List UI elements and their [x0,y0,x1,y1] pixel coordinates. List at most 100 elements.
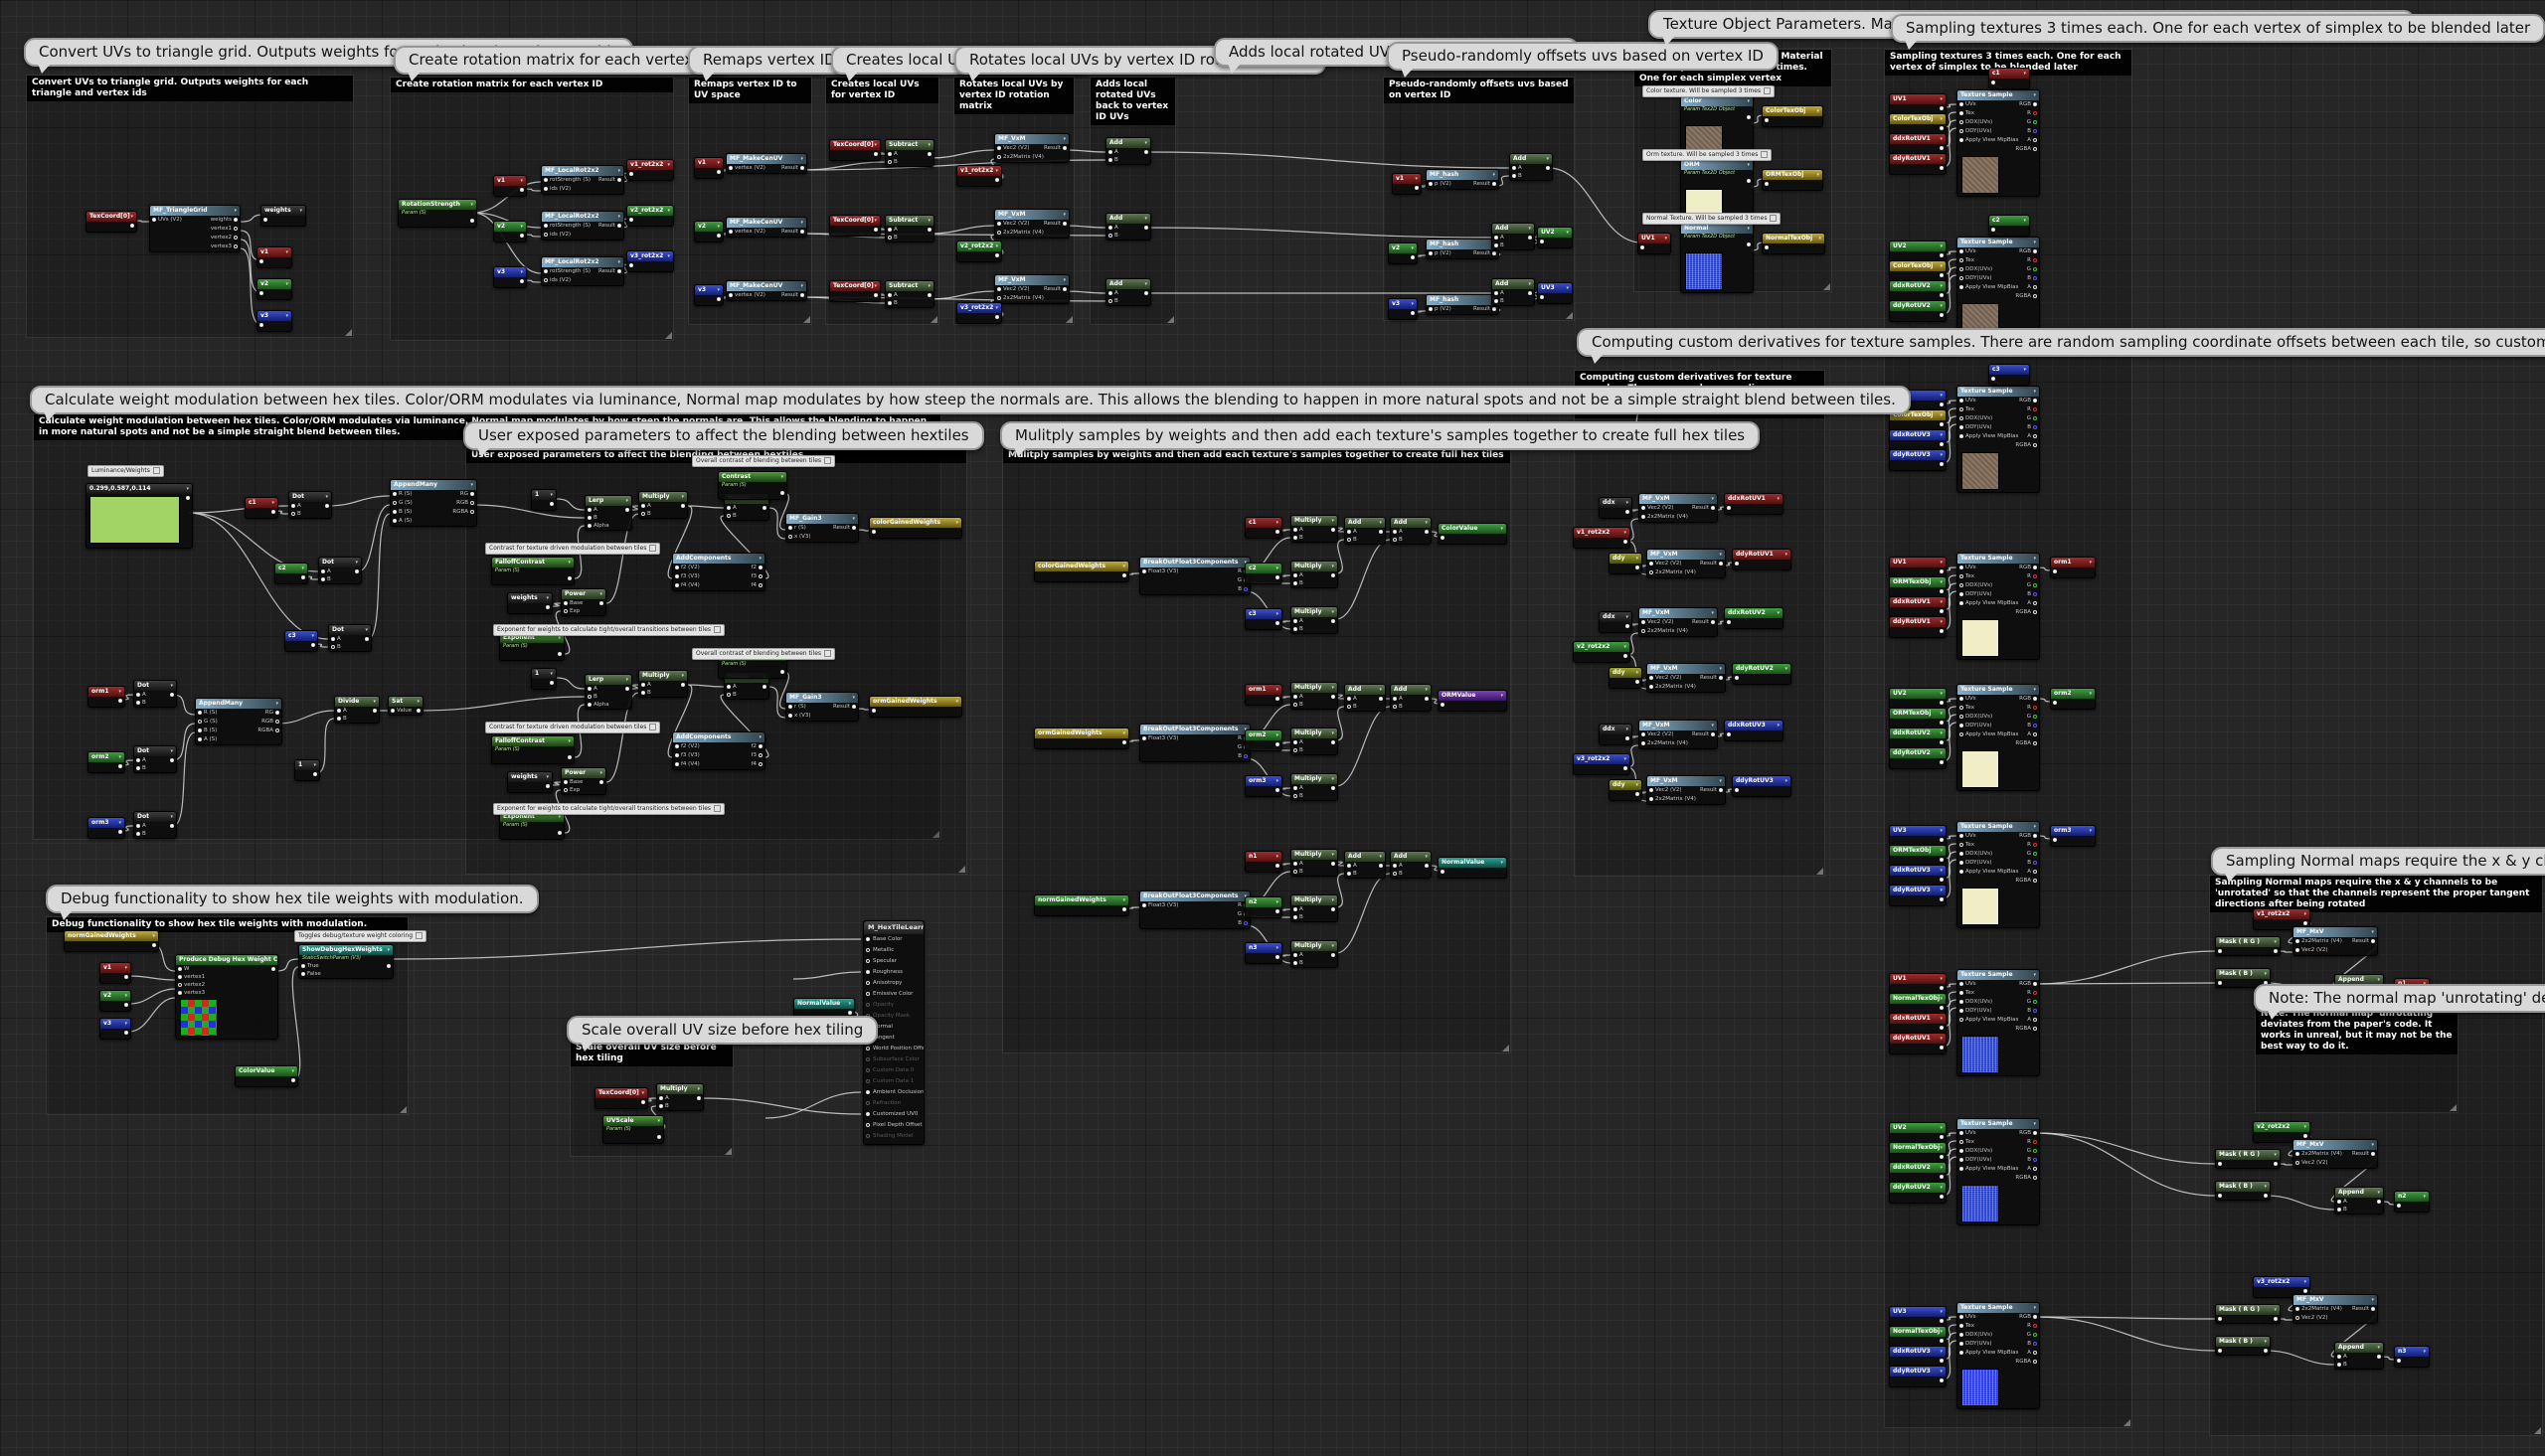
node-ddxrotuv2[interactable]: ddxRotUV2▾ [1889,1162,1947,1184]
node-normalvalue[interactable]: NormalValue▾ [1438,857,1507,879]
node-c1[interactable]: c1▾ [1988,68,2030,89]
node-texture-sample[interactable]: Texture Sample▾UVsRGBTexRDDX(UVs)GDDY(UV… [1956,684,2040,791]
node-uv1[interactable]: UV1▾ [1889,93,1947,115]
material-pin-shading-model[interactable]: Shading Model [864,1131,924,1142]
node-orm3[interactable]: orm3▾ [87,817,125,839]
node-falloffcontrast[interactable]: FalloffContrast▾Param (S) [491,735,575,764]
node-uv1[interactable]: UV1▾ [1889,973,1947,995]
node-mf-vxm[interactable]: MF_VxM▾Vec2 (V2)Result2x2Matrix (V4) [994,209,1070,239]
comment-bubble[interactable]: Computing custom derivatives for texture… [1577,328,2545,357]
node-v3-rot2x2[interactable]: v3_rot2x2▾ [1573,753,1630,775]
node-uv1[interactable]: UV1▾ [1637,233,1671,254]
node-mask-b[interactable]: Mask ( B )▾ [2215,1336,2271,1356]
node-1[interactable]: 1▾ [531,489,557,511]
node-contrast[interactable]: Contrast▾Param (S) [718,471,787,500]
node-ddyrotuv2[interactable]: ddyRotUV2▾ [1889,300,1947,322]
node-orm1[interactable]: orm1▾ [2050,557,2096,578]
node-orm2[interactable]: orm2▾ [1245,729,1282,751]
node-multiply[interactable]: Multiply▾AB [1290,728,1338,755]
node-dot[interactable]: Dot▾AB [328,624,372,652]
node-n3[interactable]: n3▾ [1245,942,1282,964]
node-mf-makecenuv[interactable]: MF_MakeCenUV▾vertex (V2)Result [726,153,807,174]
node-comment-tag[interactable]: Color texture. Will be sampled 3 times [1642,85,1775,97]
node-exponent[interactable]: Exponent▾Param (S) [499,811,565,840]
comment-bubble[interactable]: Calculate weight modulation between hex … [30,386,1911,414]
node-v2-rot2x2[interactable]: v2_rot2x2▾ [626,205,674,227]
node-v1-rot2x2[interactable]: v1_rot2x2▾ [626,159,674,181]
node-add[interactable]: Add▾AB [1491,223,1535,250]
node-add[interactable]: Add▾AB [1390,684,1432,712]
node-mf-vxm[interactable]: MF_VxM▾Vec2 (V2)Result2x2Matrix (V4) [994,274,1070,304]
node-normaltexobj[interactable]: NormalTexObj▾ [1889,1142,1947,1164]
node-uv3[interactable]: UV3▾ [1889,825,1947,847]
node-n2[interactable]: n2▾ [2394,1191,2430,1213]
node-comment-tag[interactable]: Luminance/Weights [87,465,164,477]
node-0-299-0-587-0-114[interactable]: 0.299,0.587,0.114▾ [85,483,193,549]
node-lerp[interactable]: Lerp▾ABAlpha [585,495,632,531]
node-c3[interactable]: c3▾ [1245,608,1282,630]
node-c3[interactable]: c3▾ [1988,364,2030,386]
node-rotationstrength[interactable]: RotationStrength▾Param (S) [398,199,477,228]
node-comment-tag[interactable]: Toggles debug/texture weight coloring [294,930,426,942]
comment-bubble[interactable]: Note: The normal map 'unrotating' deviat… [2254,984,2545,1013]
node-normal[interactable]: Normal▾Param Tex2D Object [1680,223,1754,293]
node-add[interactable]: Add▾AB [1344,684,1386,712]
node-ddx[interactable]: ddx▾ [1599,497,1632,519]
node-exponent[interactable]: Exponent▾Param (S) [499,632,565,661]
node-ddxrotuv1[interactable]: ddxRotUV1▾ [1889,1013,1947,1035]
node-texcoord-0[interactable]: TexCoord[0]▾ [85,211,137,233]
node-breakoutfloat3components[interactable]: BreakOutFloat3Components▾Float3 (V3)RGB [1139,724,1251,762]
node-weights[interactable]: weights▾ [507,771,553,793]
comment-bubble[interactable]: Debug functionality to show hex tile wei… [46,885,539,913]
node-ddyrotuv1[interactable]: ddyRotUV1▾ [1732,549,1791,570]
node-falloffcontrast[interactable]: FalloffContrast▾Param (S) [491,557,575,585]
material-pin-world-position-offset[interactable]: World Position Offset [864,1044,924,1054]
comment-bubble[interactable]: Sampling textures 3 times each. One for … [1891,14,2545,43]
node-dot[interactable]: Dot▾AB [318,557,362,584]
node-add[interactable]: Add▾AB [1105,137,1151,165]
node-multiply[interactable]: Multiply▾AB [1290,940,1338,968]
node-ormgainedweights[interactable]: ormGainedWeights▾ [1034,728,1129,749]
node-v1[interactable]: v1▾ [1392,173,1422,195]
node-breakoutfloat3components[interactable]: BreakOutFloat3Components▾Float3 (V3)RGB [1139,557,1251,595]
node-comment-tag[interactable]: Contrast for texture driven modulation b… [485,722,660,733]
node-add[interactable]: Add▾AB [1390,851,1432,879]
node-ormgainedweights[interactable]: ormGainedWeights▾ [869,696,962,718]
node-v2-rot2x2[interactable]: v2_rot2x2▾ [956,241,1002,262]
node-colorgainedweights[interactable]: colorGainedWeights▾ [869,517,962,539]
material-pin-roughness[interactable]: Roughness [864,967,924,978]
node-colortexobj[interactable]: ColorTexObj▾ [1762,105,1823,127]
node-v2[interactable]: v2▾ [99,990,131,1012]
node-dot[interactable]: Dot▾AB [133,745,177,773]
node-v3[interactable]: v3▾ [493,266,527,288]
node-v1-rot2x2[interactable]: v1_rot2x2▾ [1573,527,1630,549]
node-mask-r-g[interactable]: Mask ( R G )▾ [2215,1304,2281,1324]
node-mf-vxm[interactable]: MF_VxM▾Vec2 (V2)Result2x2Matrix (V4) [994,133,1070,163]
node-texcoord-0[interactable]: TexCoord[0]▾ [829,139,881,161]
node-mf-makecenuv[interactable]: MF_MakeCenUV▾vertex (V2)Result [726,217,807,238]
node-ddyrotuv1[interactable]: ddyRotUV1▾ [1889,616,1947,638]
comment-bubble[interactable]: Mulitply samples by weights and then add… [1000,421,1760,450]
node-texture-sample[interactable]: Texture Sample▾UVsRGBTexRDDX(UVs)GDDY(UV… [1956,386,2040,493]
node-ddxrotuv1[interactable]: ddxRotUV1▾ [1889,596,1947,618]
node-v1[interactable]: v1▾ [99,962,131,984]
node-ddx[interactable]: ddx▾ [1599,611,1632,633]
node-v2-rot2x2[interactable]: v2_rot2x2▾ [1573,641,1630,663]
node-subtract[interactable]: Subtract▾AB [885,215,934,243]
node-mf-mxv[interactable]: MF_MxV▾2x2Matrix (V4)ResultVec2 (V2) [2292,1294,2378,1324]
node-texture-sample[interactable]: Texture Sample▾UVsRGBTexRDDX(UVs)GDDY(UV… [1956,89,2040,197]
node-colorvalue[interactable]: ColorValue▾ [1438,523,1507,545]
node-c2[interactable]: c2▾ [274,563,308,584]
node-multiply[interactable]: Multiply▾AB [1290,606,1338,634]
node-power[interactable]: Power▾BaseExp [561,767,606,795]
node-weights[interactable]: weights▾ [507,592,553,614]
node-appendmany[interactable]: AppendMany▾R (S)RGG (S)RGBB (S)RGBAA (S) [195,698,282,745]
node-ddxrotuv2[interactable]: ddxRotUV2▾ [1724,607,1783,629]
node-ddy[interactable]: ddy▾ [1609,779,1642,801]
node-append[interactable]: Append▾AB [2334,1342,2384,1370]
node-orm3[interactable]: orm3▾ [2050,825,2096,847]
graph-canvas[interactable]: Convert UVs to triangle grid. Outputs we… [0,0,2545,1456]
node-v2[interactable]: v2▾ [694,221,724,243]
node-c1[interactable]: c1▾ [245,497,278,519]
node-produce-debug-hex-weight-colors[interactable]: Produce Debug Hex Weight Colors▾Wvertex1… [175,954,278,1040]
